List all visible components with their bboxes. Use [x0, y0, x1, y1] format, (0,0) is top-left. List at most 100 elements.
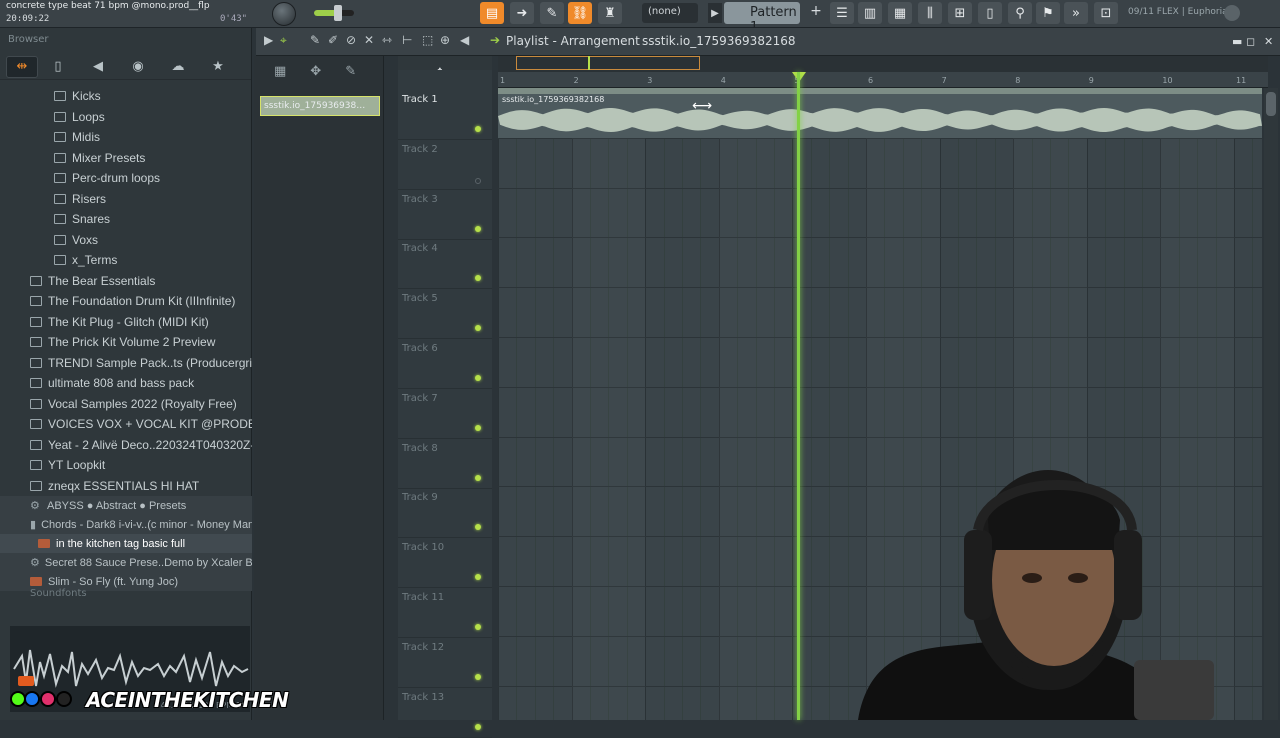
edit-icon[interactable]: ✎ [345, 64, 356, 79]
track-header[interactable]: Track 1 [398, 90, 492, 140]
channel-rack-icon[interactable]: ▦ [888, 2, 912, 24]
track-header[interactable]: Track 10 [398, 538, 492, 589]
track-mute-led[interactable] [475, 624, 481, 630]
pattern-selector[interactable]: Pattern 1 [724, 2, 800, 35]
pattern-clip-item[interactable]: ssstik.io_175936938… [260, 96, 380, 116]
close-icon[interactable]: ✕ [1264, 35, 1273, 48]
overview-strip[interactable] [498, 56, 1268, 72]
brush-tool-icon[interactable]: ✐ [328, 33, 338, 47]
playlist-icon[interactable]: ☰ [830, 2, 854, 24]
time-ruler[interactable]: 1234567891011 [498, 72, 1268, 88]
file-item[interactable]: ⚙ Secret 88 Sauce Prese..Demo by Xcaler B… [0, 553, 252, 572]
folder-item[interactable]: Snares [0, 209, 252, 230]
track-mute-led[interactable] [475, 474, 481, 481]
zoom-tool-icon[interactable]: ⊕ [440, 33, 450, 47]
settings-icon[interactable] [1224, 5, 1240, 21]
file-item[interactable]: ⚙ ABYSS ● Abstract ● Presets [0, 496, 252, 515]
plugin-icon[interactable]: ⚲ [1008, 2, 1032, 24]
track-header[interactable]: Track 13 [398, 688, 492, 738]
browser-speaker-icon[interactable]: ◀ [78, 56, 118, 78]
track-header[interactable]: Track 8 [398, 439, 492, 489]
delete-tool-icon[interactable]: ⊘ [346, 33, 356, 47]
folder-item[interactable]: VOICES VOX + VOCAL KIT @PRODBYLJS [0, 414, 252, 435]
folder-item[interactable]: YT Loopkit [0, 455, 252, 476]
folder-item[interactable]: zneqx ESSENTIALS HI HAT [0, 476, 252, 497]
folder-item[interactable]: TRENDI Sample Pack..ts (Producergrind) [0, 353, 252, 374]
minimize-icon[interactable]: ▬ [1232, 35, 1242, 48]
mixer-icon[interactable]: ⫼ [918, 2, 942, 24]
browser-cloud-icon[interactable]: ☁ [158, 56, 198, 78]
add-pattern-button[interactable]: + [808, 3, 824, 23]
track-mute-led[interactable] [475, 424, 481, 431]
track-header[interactable]: Track 5 [398, 289, 492, 340]
track-header[interactable]: Track 7 [398, 389, 492, 439]
track-mute-led[interactable] [475, 126, 481, 132]
pencil-icon[interactable]: ✎ [540, 2, 564, 24]
slider-handle[interactable] [334, 5, 342, 21]
play-menu-icon[interactable]: ▶ [264, 33, 273, 47]
move-icon[interactable]: ✥ [310, 64, 321, 79]
play-arrow-icon[interactable]: ▶ [708, 3, 722, 23]
folder-item[interactable]: Yeat - 2 Alivë Deco..220324T040320Z-001 [0, 435, 252, 456]
playlist-view-icon[interactable]: ▤ [480, 2, 504, 24]
browser-star-icon[interactable]: ★ [198, 56, 238, 78]
folder-item[interactable]: The Prick Kit Volume 2 Preview [0, 332, 252, 353]
folder-soundfonts[interactable]: Soundfonts [30, 588, 87, 599]
magnet-icon[interactable]: ⌖ [280, 33, 287, 48]
audio-clip[interactable]: ssstik.io_1759369382168 [498, 88, 1262, 138]
track-mute-led[interactable] [475, 723, 481, 730]
file-item-selected[interactable]: in the kitchen tag basic full [0, 534, 252, 553]
track-header[interactable]: Track 11 [398, 588, 492, 638]
scroll-thumb[interactable] [1266, 92, 1276, 116]
mute-tool-icon[interactable]: ✕ [364, 33, 374, 47]
track-header[interactable]: Track 4 [398, 239, 492, 290]
folder-item[interactable]: Midis [0, 127, 252, 148]
metronome-icon[interactable]: ♜ [598, 2, 622, 24]
file-item[interactable]: ▮ Chords - Dark8 i-vi-v..(c minor - Money… [0, 515, 252, 534]
browser-file-icon[interactable]: ▯ [38, 56, 78, 78]
select-tool-icon[interactable]: ⬚ [422, 33, 433, 47]
playback-tool-icon[interactable]: ◀ [460, 33, 469, 47]
track-mute-led[interactable] [475, 524, 481, 531]
folder-item[interactable]: Vocal Samples 2022 (Royalty Free) [0, 394, 252, 415]
brush-icon[interactable]: ⚑ [1036, 2, 1060, 24]
folder-item[interactable]: Perc-drum loops [0, 168, 252, 189]
file-icon[interactable]: ▯ [978, 2, 1002, 24]
folder-item[interactable]: The Foundation Drum Kit (IIInfinite) [0, 291, 252, 312]
folder-item[interactable]: The Bear Essentials [0, 271, 252, 292]
folder-item[interactable]: The Kit Plug - Glitch (MIDI Kit) [0, 312, 252, 333]
overview-thumb[interactable] [516, 56, 700, 70]
slip-tool-icon[interactable]: ⇿ [382, 33, 392, 47]
track-header[interactable]: Track 6 [398, 339, 492, 389]
track-header[interactable]: Track 9 [398, 488, 492, 539]
slice-tool-icon[interactable]: ⊢ [402, 33, 412, 47]
browser-globe-icon[interactable]: ◉ [118, 56, 158, 78]
folder-item[interactable]: Voxs [0, 230, 252, 251]
track-header[interactable]: Track 3 [398, 190, 492, 240]
link-icon[interactable]: ⛓ [568, 2, 592, 24]
maximize-icon[interactable]: ◻ [1246, 35, 1255, 48]
piano-roll-icon[interactable]: ▥ [858, 2, 882, 24]
folder-item[interactable]: Mixer Presets [0, 148, 252, 169]
track-header[interactable]: Track 2 [398, 140, 492, 190]
folder-item[interactable]: Risers [0, 189, 252, 210]
browser-all-icon[interactable]: ⇹ [6, 55, 38, 78]
arrow-right-icon[interactable]: ➜ [510, 2, 534, 24]
track-mute-led[interactable] [475, 225, 481, 232]
track-mute-led[interactable] [475, 574, 481, 581]
pencil-tool-icon[interactable]: ✎ [310, 33, 320, 47]
forward-icon[interactable]: » [1064, 2, 1088, 24]
track-mute-led[interactable] [475, 673, 481, 680]
browser-icon[interactable]: ⊞ [948, 2, 972, 24]
track-mute-led[interactable] [475, 177, 481, 184]
track-mute-led[interactable] [475, 275, 481, 282]
folder-item[interactable]: Kicks [0, 86, 252, 107]
snap-select[interactable]: (none) [642, 3, 698, 23]
folder-item[interactable]: ultimate 808 and bass pack [0, 373, 252, 394]
track-mute-led[interactable] [475, 325, 481, 332]
folder-item[interactable]: x_Terms [0, 250, 252, 271]
track-mute-led[interactable] [475, 375, 481, 381]
track-header[interactable]: Track 12 [398, 638, 492, 688]
grid-icon[interactable]: ▦ [274, 64, 286, 79]
master-volume-knob[interactable] [272, 2, 296, 26]
